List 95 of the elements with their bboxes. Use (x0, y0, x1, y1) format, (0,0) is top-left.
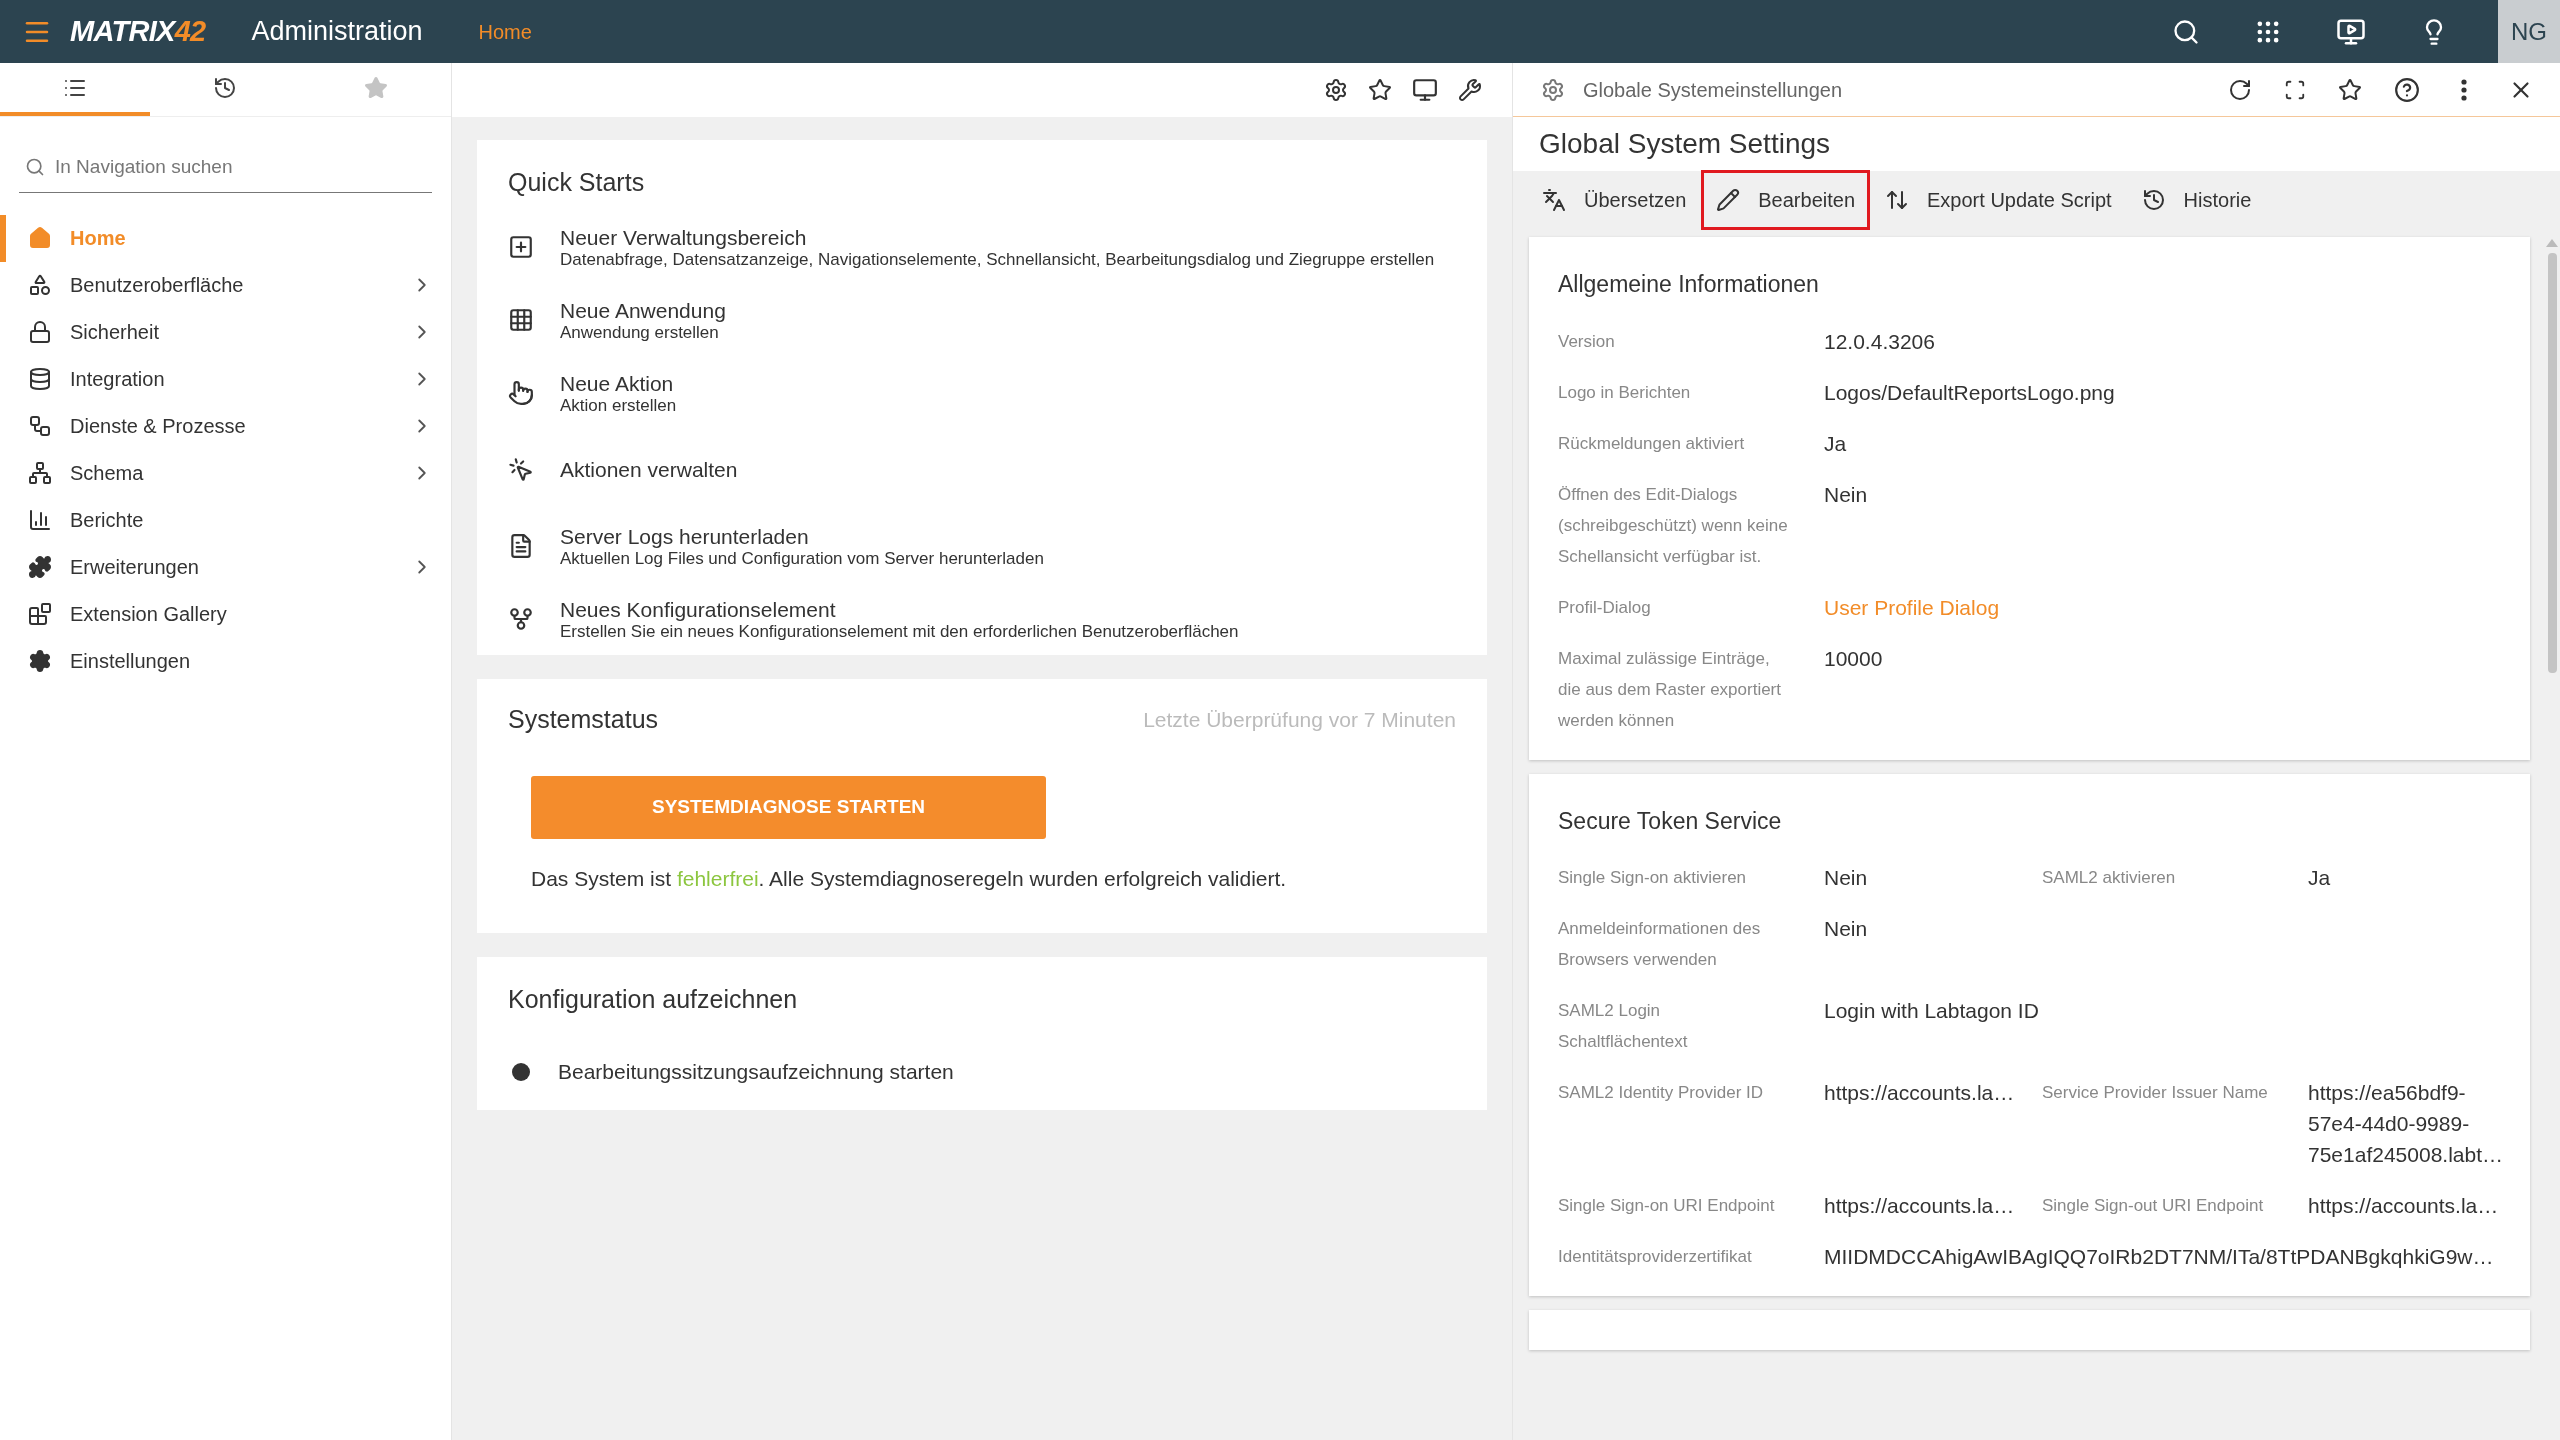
history-icon (213, 75, 238, 100)
workflow-icon (28, 414, 52, 438)
toolbar-button[interactable]: Historie (2126, 170, 2267, 230)
app-title: Administration (251, 15, 423, 49)
panel-title: Global System Settings (1539, 127, 1831, 161)
breadcrumb-link[interactable]: Home (478, 16, 532, 47)
field-value: https://ea56bdf9-57e4-44d0-9989-75e1af245008.labt… (2308, 1080, 2503, 1168)
field-value: Nein (1824, 916, 1869, 942)
field-label: Single Sign-out URI Endpoint (2042, 1195, 2265, 1217)
wrench-icon (1458, 78, 1482, 102)
quick-start-item[interactable]: Aktionen verwalten (508, 444, 1456, 495)
field-label: Service Provider Issuer Name (2042, 1082, 2269, 1104)
nav-item[interactable]: Berichte (0, 496, 451, 544)
quick-start-item[interactable]: Neue Anwendung Anwendung erstellen (508, 298, 1456, 342)
card-title: Systemstatus (508, 703, 659, 735)
monitor-icon (1412, 77, 1438, 103)
nav-item[interactable]: Integration (0, 355, 451, 403)
help-icon (2394, 76, 2420, 103)
field-label: Identitätsproviderzertifikat (1558, 1246, 1753, 1268)
field-value: https://accounts.la… (1824, 1080, 2016, 1106)
nav-item[interactable]: Einstellungen (0, 637, 451, 685)
field-value: 10000 (1824, 645, 1884, 672)
nav-item[interactable]: Benutzeroberfläche (0, 261, 451, 309)
log-file-icon (508, 533, 534, 559)
field-label: SAML2 Identity Provider ID (1558, 1082, 1765, 1104)
shapes-icon (28, 273, 52, 297)
search-input[interactable]: In Navigation suchen (55, 153, 426, 182)
field-label: Rückmeldungen aktiviert (1558, 432, 1746, 455)
field-value: Nein (1824, 481, 1869, 508)
field-value: Ja (2308, 865, 2332, 891)
field-label: Version (1558, 330, 1616, 353)
add-panel-icon (508, 234, 534, 260)
card-title: Quick Starts (508, 167, 646, 198)
field-value: Login with Labtagon ID (1824, 998, 2040, 1024)
puzzle-icon (28, 555, 52, 579)
bar-chart-icon (28, 508, 52, 532)
field-label: Single Sign-on aktivieren (1558, 867, 1748, 889)
quick-start-item[interactable]: Server Logs herunterladen Aktuellen Log Files und Configuration vom Server herunterladen (508, 524, 1456, 568)
user-avatar[interactable]: NG (2498, 0, 2560, 63)
quick-start-item[interactable]: Neue Aktion Aktion erstellen (508, 371, 1456, 415)
field-label: Logo in Berichten (1558, 381, 1692, 404)
field-value: Ja (1824, 430, 1848, 457)
status-message: Das System ist fehlerfrei. Alle Systemdiagnoseregeln wurden erfolgreich validiert. (531, 866, 1288, 892)
field-label: Single Sign-on URI Endpoint (1558, 1195, 1776, 1217)
nav-item[interactable]: Sicherheit (0, 308, 451, 356)
lock-icon (28, 320, 52, 344)
field-value: MIIDMDCCAhigAwIBAgIQQ7oIRb2DT7NM/ITa/8TtPDANBgkqhkiG9w… (1824, 1244, 2495, 1270)
star-icon (363, 75, 388, 100)
search-icon (25, 157, 45, 178)
settings-icon (28, 649, 52, 673)
more-icon (2461, 78, 2467, 101)
record-item[interactable]: Bearbeitungssitzungsaufzeichnung starten (508, 1056, 954, 1088)
search-field[interactable]: In Navigation suchen (19, 153, 432, 193)
nav-item[interactable]: Dienste & Prozesse (0, 402, 451, 450)
section-title: Allgemeine Informationen (1558, 270, 1820, 299)
field-label: Maximal zulässige Einträge, die aus dem Raster exportiert werden können (1558, 647, 1782, 732)
toolbar-button[interactable]: Export Update Script (1870, 170, 2127, 230)
network-icon (28, 461, 52, 485)
favorite-icon (1368, 78, 1392, 102)
sort-arrows-icon (1885, 188, 1910, 212)
scrollbar-thumb[interactable] (2547, 253, 2557, 673)
field-value: https://accounts.la… (2308, 1193, 2500, 1219)
field-label: SAML2 aktivieren (2042, 867, 2177, 889)
history-icon (2141, 188, 2166, 212)
toolbar-button[interactable]: Bearbeiten (1701, 170, 1871, 230)
nav-item[interactable]: Extension Gallery (0, 590, 451, 638)
database-icon (28, 367, 52, 391)
quick-start-item[interactable]: Neues Konfigurationselement Erstellen Sie ein neues Konfigurationselement mit den erforderlichen Benutzeroberflächen (508, 597, 1456, 641)
field-label: Öffnen des Edit-Dialogs (schreibgeschützt) wenn keine Schellansicht verfügbar ist. (1558, 483, 1789, 568)
field-value: https://accounts.la… (1824, 1193, 2016, 1219)
nav-item[interactable]: Schema (0, 449, 451, 497)
field-value: Logos/DefaultReportsLogo.png (1824, 379, 2116, 406)
settings-icon (1324, 78, 1348, 102)
section-title: Secure Token Service (1558, 806, 1783, 836)
refresh-icon (2228, 77, 2252, 102)
field-label: SAML2 Login Schaltflächentext (1558, 1000, 1689, 1053)
nav-item[interactable]: Erweiterungen (0, 543, 451, 591)
favorite-icon (2338, 77, 2362, 102)
field-label: Profil-Dialog (1558, 596, 1652, 619)
home-icon (28, 226, 52, 250)
settings-icon (1541, 77, 1565, 102)
pencil-icon (1716, 188, 1741, 212)
logo: MATRIX42 (70, 13, 206, 49)
toolbar-button[interactable]: Übersetzen (1527, 170, 1702, 230)
blocks-icon (28, 602, 52, 626)
field-label: Anmeldeinformationen des Browsers verwenden (1558, 918, 1762, 971)
search-icon (2172, 17, 2200, 46)
field-value: 12.0.4.3206 (1824, 328, 1936, 355)
translate-icon (1542, 188, 1566, 212)
panel-header: Globale Systemeinstellungen (1583, 77, 1843, 103)
fullscreen-icon (2284, 78, 2306, 101)
last-check-text: Letzte Überprüfung vor 7 Minuten (1143, 706, 1456, 733)
quick-start-item[interactable]: Neuer Verwaltungsbereich Datenabfrage, Datensatzanzeige, Navigationselemente, Schnellansicht, Bearbeitungsdialog und Ziegruppe erstellen (508, 225, 1456, 269)
card-title: Konfiguration aufzeichnen (508, 983, 799, 1015)
field-value: Nein (1824, 865, 1869, 891)
